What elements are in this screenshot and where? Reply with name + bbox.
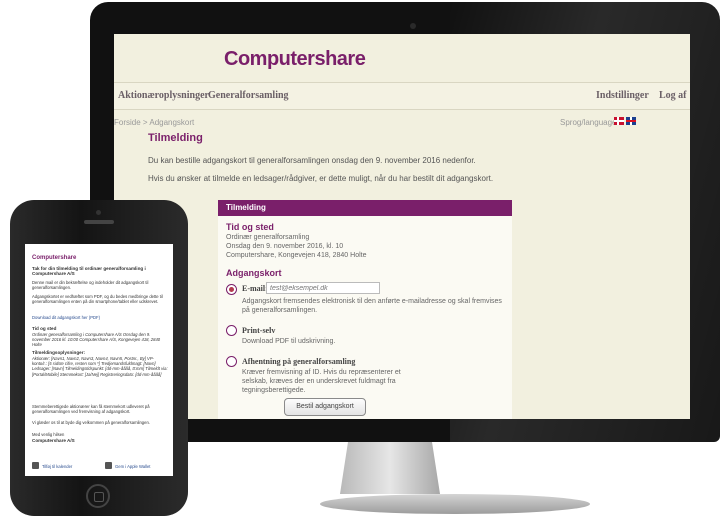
computershare-logo[interactable]: Computershare [224, 48, 366, 71]
phone-speaker [84, 220, 114, 224]
page-title: Tilmelding [148, 132, 203, 144]
pickup-radio[interactable] [226, 356, 237, 367]
mobile-screen: Computershare Tak for din tilmelding til… [25, 244, 173, 476]
mobile-reg-title: Tilmeldingsoplysninger: [32, 350, 86, 355]
desktop-screen: Computershare Aktionærop­lysninger Gener… [114, 34, 690, 419]
home-button[interactable] [86, 484, 110, 508]
mobile-regards: Med venlig hilsen [32, 432, 65, 437]
intro-text-1: Du kan bestille adgangskort til generalf… [148, 156, 476, 165]
monitor-stand [340, 442, 440, 494]
camera-icon [410, 23, 416, 29]
wallet-icon[interactable] [105, 462, 112, 469]
card-title: Adgangskort [226, 268, 282, 278]
language-label: Sprog/language [560, 118, 617, 127]
apple-wallet-link[interactable]: Gem i Apple Wallet [115, 464, 150, 469]
order-card-button[interactable]: Bestil adgangskort [284, 398, 366, 416]
nav-aktionaeroplysninger[interactable]: Aktionærop­lysninger [118, 90, 209, 101]
registration-panel: Tilmelding Tid og sted Ordinær generalfo… [218, 200, 512, 419]
mobile-logo: Computershare [32, 255, 77, 261]
mobile-thanks: Tak for din tilmelding til ordinær gener… [32, 266, 146, 277]
monitor-stand-base [320, 494, 590, 514]
mobile-reg-text: Aktionær: [Navn1, Navn2, Navn3, Navn4, N… [32, 356, 168, 377]
mobile-paragraph-2: Adgangskortet er vedhæftet som PDF, og d… [32, 294, 163, 305]
mobile-place-text: Ordinær generalforsamling i Computershar… [32, 332, 161, 348]
nav-generalforsamling[interactable]: Generalforsamling [208, 90, 289, 101]
place-title: Tid og sted [226, 222, 274, 232]
main-nav: Aktionærop­lysninger Generalforsamling I… [114, 82, 690, 110]
nav-indstillinger[interactable]: Indstillinger [596, 90, 649, 101]
place-line-3: Computershare, Kongevejen 418, 2840 Holt… [226, 252, 367, 259]
mobile-place-title: Tid og sted [32, 326, 57, 331]
mobile-phone: Computershare Tak for din tilmelding til… [10, 200, 188, 516]
pickup-description: Kræver fremvisning af ID. Hvis du repræs… [242, 369, 401, 394]
pickup-label: Afhentning på generalforsamling [242, 357, 356, 366]
panel-header: Tilmelding [218, 200, 512, 216]
nav-log-af[interactable]: Log af [659, 90, 687, 101]
mobile-paragraph-4: Vi glæder os til at byde dig velkommen p… [32, 420, 150, 425]
mobile-paragraph-3: Stemmeberettigede aktionærer kan få stem… [32, 404, 150, 415]
mobile-download-link[interactable]: Download dit adgangskort her (PDF) [32, 315, 168, 320]
add-to-calendar-link[interactable]: Tilføj til kalender [42, 464, 72, 469]
mobile-company: Computershare A/S [32, 438, 75, 443]
danish-flag-icon[interactable] [614, 117, 624, 125]
phone-camera-icon [96, 210, 101, 215]
place-line-2: Onsdag den 9. november 2016, kl. 10 [226, 243, 344, 250]
mobile-paragraph-1: Denne mail er din bekræftelse og indehol… [32, 280, 149, 291]
email-label: E-mail: [242, 284, 268, 293]
print-description: Download PDF til udskrivning. [242, 338, 336, 345]
email-radio[interactable] [226, 284, 237, 295]
english-flag-icon[interactable] [626, 117, 636, 125]
email-description: Adgangskort fremsendes elektronisk til d… [242, 298, 502, 314]
calendar-icon[interactable] [32, 462, 39, 469]
print-label: Print-selv [242, 326, 276, 335]
print-radio[interactable] [226, 325, 237, 336]
breadcrumb[interactable]: Forside > Adgangskort [114, 118, 194, 127]
place-line-1: Ordinær generalforsamling [226, 234, 310, 241]
intro-text-2: Hvis du ønsker at tilmelde en ledsager/r… [148, 174, 494, 183]
email-input[interactable] [266, 282, 380, 294]
